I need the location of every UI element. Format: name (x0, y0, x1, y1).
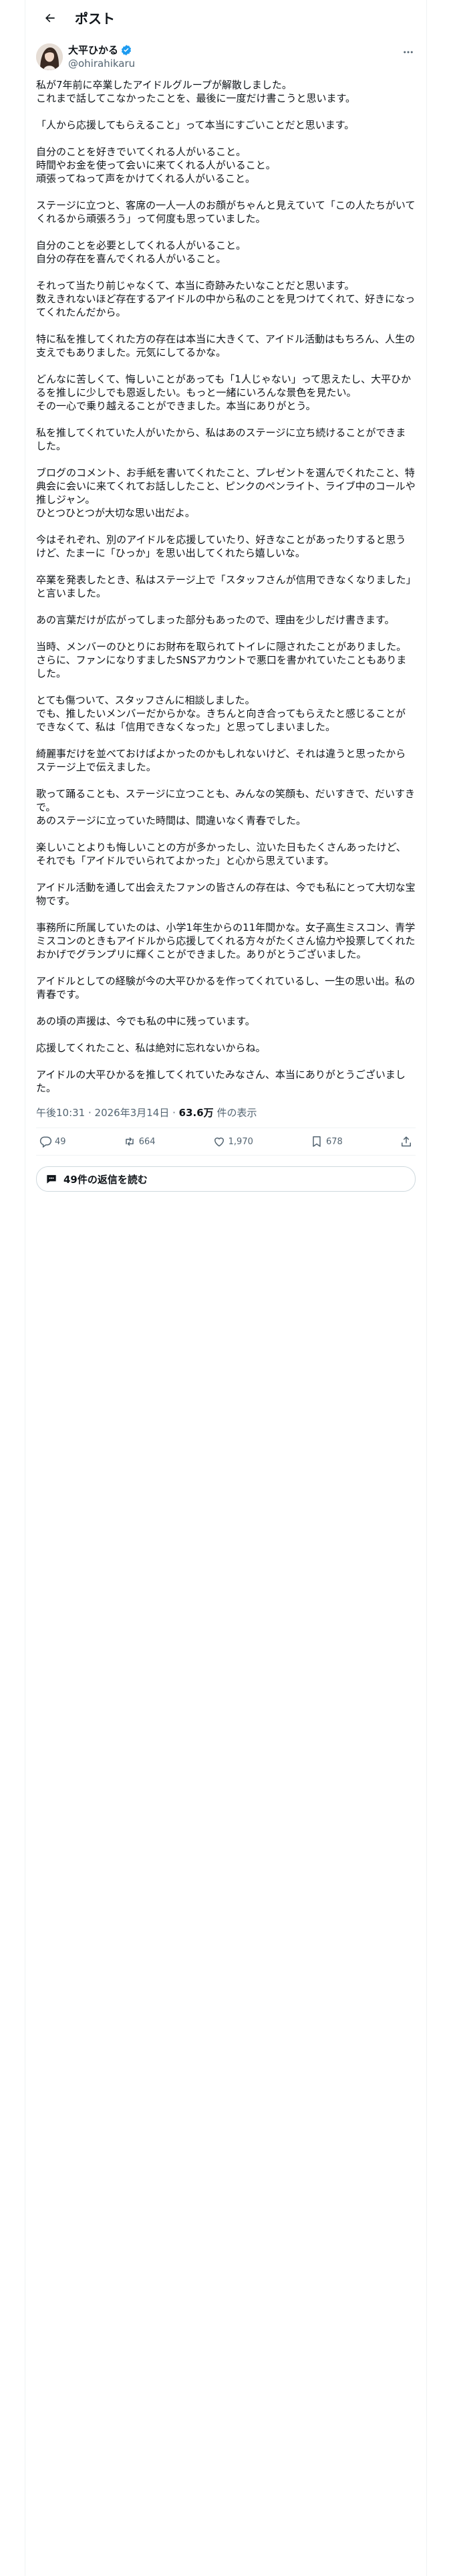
display-name[interactable]: 大平ひかる (68, 43, 118, 57)
post-timestamp[interactable]: 午後10:31 · 2026年3月14日 · (36, 1107, 179, 1119)
chat-bubble-icon (47, 1175, 56, 1184)
avatar-image (36, 43, 63, 70)
read-replies-button[interactable]: 49件の返信を読む (36, 1166, 416, 1192)
repost-count: 664 (138, 1136, 156, 1147)
verified-badge-icon (121, 45, 132, 56)
name-line: 大平ひかる (68, 43, 416, 57)
user-handle[interactable]: @ohirahikaru (68, 57, 416, 70)
like-button[interactable]: 1,970 (212, 1135, 253, 1148)
bookmark-icon (313, 1136, 321, 1147)
action-bar: 49 664 1,970 678 (36, 1128, 416, 1156)
more-dots-icon (404, 51, 413, 53)
more-options-button[interactable] (401, 45, 416, 60)
bookmark-button[interactable]: 678 (310, 1135, 343, 1148)
read-replies-label: 49件の返信を読む (63, 1173, 148, 1186)
avatar[interactable] (36, 43, 63, 70)
repost-icon (125, 1137, 134, 1146)
view-count: 63.6万 (178, 1107, 214, 1119)
main-column: ポスト 大平ひかる @ohirahikaru 私が7年前に卒業したアイドルグルー… (25, 0, 427, 2576)
view-count-label: 件の表示 (213, 1107, 257, 1119)
back-button[interactable] (39, 7, 61, 29)
reply-count: 49 (55, 1136, 66, 1147)
arrow-left-icon (45, 13, 55, 22)
share-icon (401, 1136, 411, 1147)
post-text: 私が7年前に卒業したアイドルグループが解散しました。 これまで話してこなかったこ… (36, 79, 416, 1094)
page-title: ポスト (75, 11, 115, 27)
bookmark-count: 678 (326, 1136, 343, 1147)
reply-button[interactable]: 49 (39, 1135, 66, 1148)
heart-icon (214, 1138, 224, 1147)
author-block: 大平ひかる @ohirahikaru (25, 35, 426, 70)
repost-button[interactable]: 664 (123, 1135, 156, 1148)
reply-icon (39, 1136, 52, 1148)
post-meta: 午後10:31 · 2026年3月14日 · 63.6万 件の表示 (36, 1095, 416, 1128)
top-bar: ポスト (25, 0, 426, 35)
like-count: 1,970 (228, 1136, 253, 1147)
share-button[interactable] (400, 1135, 413, 1148)
author-info: 大平ひかる @ohirahikaru (68, 43, 416, 70)
